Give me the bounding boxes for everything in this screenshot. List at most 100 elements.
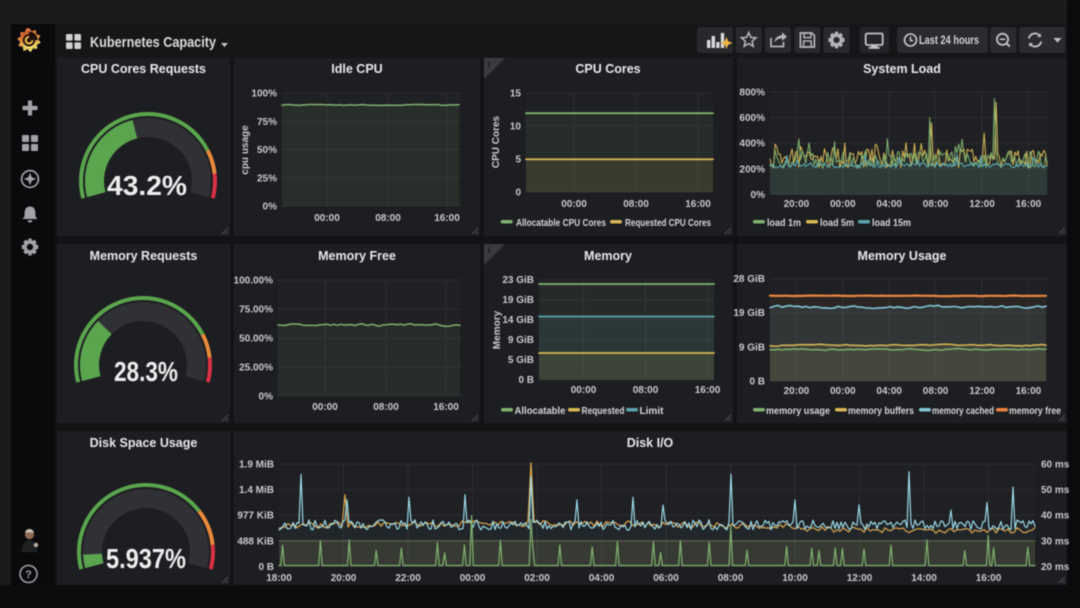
svg-text:04:00: 04:00 (876, 199, 902, 210)
svg-text:08:00: 08:00 (718, 573, 744, 584)
svg-text:12:00: 12:00 (969, 386, 995, 397)
svg-text:memory free: memory free (1009, 406, 1061, 417)
svg-text:CPU Cores Requests: CPU Cores Requests (81, 62, 206, 76)
svg-text:16:00: 16:00 (433, 402, 459, 413)
svg-text:0 B: 0 B (749, 377, 765, 388)
svg-text:19 GiB: 19 GiB (502, 295, 534, 306)
svg-text:488 KiB: 488 KiB (237, 536, 274, 547)
svg-text:0: 0 (515, 188, 521, 199)
svg-text:800%: 800% (739, 88, 765, 99)
svg-text:00:00: 00:00 (830, 199, 856, 210)
svg-text:load 1m: load 1m (767, 218, 801, 229)
svg-text:16:00: 16:00 (1016, 199, 1042, 210)
svg-text:9 GiB: 9 GiB (739, 342, 765, 353)
svg-text:16:00: 16:00 (685, 199, 711, 210)
svg-text:load 15m: load 15m (872, 218, 911, 229)
svg-text:Disk Space Usage: Disk Space Usage (90, 436, 198, 450)
svg-text:Idle CPU: Idle CPU (331, 62, 382, 76)
svg-text:00:00: 00:00 (460, 573, 486, 584)
svg-text:Memory Free: Memory Free (318, 249, 396, 263)
svg-text:75%: 75% (257, 117, 277, 128)
svg-text:04:00: 04:00 (876, 386, 902, 397)
svg-text:25.00%: 25.00% (239, 362, 273, 373)
svg-text:CPU Cores: CPU Cores (491, 115, 502, 168)
svg-text:04:00: 04:00 (589, 573, 615, 584)
svg-text:1.9 MiB: 1.9 MiB (239, 460, 274, 471)
svg-text:16:00: 16:00 (976, 573, 1002, 584)
svg-text:50.00%: 50.00% (239, 333, 273, 344)
svg-text:20:00: 20:00 (784, 386, 810, 397)
svg-text:10: 10 (510, 122, 522, 133)
svg-text:22:00: 22:00 (395, 573, 421, 584)
svg-text:50 ms: 50 ms (1041, 485, 1070, 496)
svg-text:15: 15 (510, 89, 522, 100)
svg-text:20 ms: 20 ms (1041, 562, 1070, 573)
svg-text:9 GiB: 9 GiB (508, 335, 534, 346)
svg-text:5: 5 (515, 155, 521, 166)
svg-text:0 B: 0 B (518, 375, 534, 386)
svg-text:08:00: 08:00 (923, 386, 949, 397)
svg-text:08:00: 08:00 (375, 213, 401, 224)
svg-text:0%: 0% (751, 190, 766, 201)
svg-text:23 GiB: 23 GiB (502, 275, 534, 286)
svg-text:Memory Usage: Memory Usage (858, 249, 947, 263)
svg-text:00:00: 00:00 (561, 199, 587, 210)
svg-text:14:00: 14:00 (911, 573, 937, 584)
svg-text:cpu usage: cpu usage (240, 125, 251, 175)
svg-text:43.2%: 43.2% (107, 170, 187, 201)
svg-text:memory buffers: memory buffers (848, 406, 914, 417)
svg-text:Limit: Limit (640, 406, 665, 417)
svg-text:1.4 MiB: 1.4 MiB (239, 485, 274, 496)
svg-text:00:00: 00:00 (571, 385, 597, 396)
svg-text:Allocatable: Allocatable (515, 406, 566, 417)
svg-text:0 B: 0 B (258, 562, 274, 573)
svg-text:60 ms: 60 ms (1041, 460, 1070, 471)
svg-text:400%: 400% (739, 139, 765, 150)
svg-text:19 GiB: 19 GiB (733, 308, 765, 319)
svg-text:100%: 100% (251, 89, 277, 100)
svg-text:100.00%: 100.00% (234, 276, 274, 287)
svg-text:00:00: 00:00 (830, 386, 856, 397)
svg-text:Disk I/O: Disk I/O (627, 436, 674, 450)
svg-text:Allocatable CPU Cores: Allocatable CPU Cores (516, 218, 606, 229)
svg-text:Memory: Memory (584, 249, 632, 263)
svg-text:16:00: 16:00 (434, 213, 460, 224)
svg-text:16:00: 16:00 (695, 385, 721, 396)
svg-text:30 ms: 30 ms (1041, 536, 1070, 547)
svg-text:12:00: 12:00 (847, 573, 873, 584)
svg-text:08:00: 08:00 (373, 402, 399, 413)
svg-text:06:00: 06:00 (653, 573, 679, 584)
svg-text:08:00: 08:00 (623, 199, 649, 210)
svg-text:CPU Cores: CPU Cores (575, 62, 640, 76)
svg-text:20:00: 20:00 (331, 573, 357, 584)
svg-text:memory cached: memory cached (932, 406, 994, 417)
svg-text:28.3%: 28.3% (114, 356, 178, 387)
svg-text:18:00: 18:00 (266, 573, 292, 584)
svg-text:14 GiB: 14 GiB (502, 315, 534, 326)
svg-text:Requested CPU Cores: Requested CPU Cores (625, 218, 711, 229)
svg-text:i: i (488, 246, 490, 255)
svg-text:20:00: 20:00 (784, 199, 810, 210)
svg-text:load 5m: load 5m (820, 218, 854, 229)
svg-text:16:00: 16:00 (1016, 386, 1042, 397)
svg-text:40 ms: 40 ms (1041, 511, 1070, 522)
svg-text:0%: 0% (263, 202, 278, 213)
svg-text:600%: 600% (739, 113, 765, 124)
svg-text:10:00: 10:00 (782, 573, 808, 584)
svg-text:5 GiB: 5 GiB (508, 355, 534, 366)
svg-text:System Load: System Load (863, 62, 941, 76)
svg-text:08:00: 08:00 (923, 199, 949, 210)
svg-text:02:00: 02:00 (524, 573, 550, 584)
svg-text:Memory: Memory (492, 310, 503, 349)
svg-text:12:00: 12:00 (969, 199, 995, 210)
svg-text:200%: 200% (739, 164, 765, 175)
svg-text:i: i (488, 60, 490, 69)
svg-text:5.937%: 5.937% (106, 543, 186, 574)
svg-text:977 KiB: 977 KiB (237, 511, 274, 522)
svg-text:00:00: 00:00 (312, 402, 338, 413)
svg-text:memory usage: memory usage (766, 406, 830, 417)
svg-text:75.00%: 75.00% (239, 305, 273, 316)
svg-text:08:00: 08:00 (633, 385, 659, 396)
svg-text:00:00: 00:00 (314, 213, 340, 224)
svg-text:50%: 50% (257, 145, 277, 156)
